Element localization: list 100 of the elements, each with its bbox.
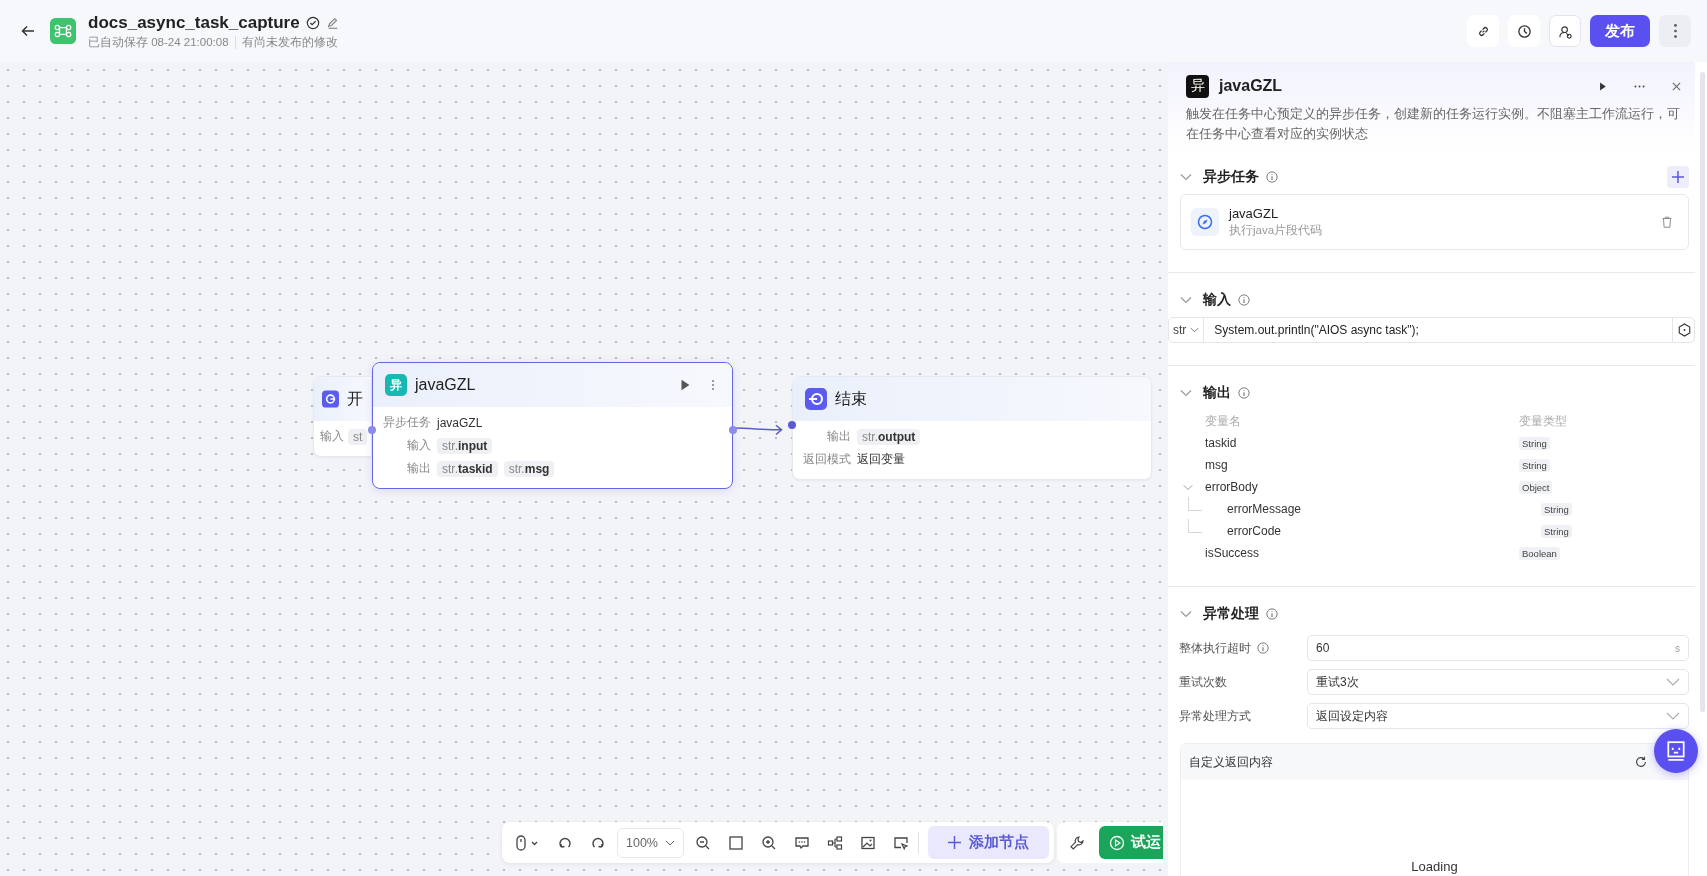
start-icon <box>322 388 339 410</box>
info-icon <box>1266 608 1278 620</box>
async-badge: 异 <box>385 374 407 396</box>
type-tag: String <box>1519 458 1550 472</box>
column-header: 变量类型 <box>1519 412 1567 430</box>
compass-icon <box>1191 208 1219 236</box>
section-title: 异常处理 <box>1203 605 1259 623</box>
type-tag: Object <box>1519 480 1553 494</box>
check-circle-icon <box>305 15 320 30</box>
workflow-title: docs_async_task_capture <box>88 12 300 33</box>
type-tag: String <box>1541 502 1572 516</box>
type-select[interactable]: str <box>1169 318 1205 342</box>
info-icon <box>1266 171 1278 183</box>
info-icon <box>1238 387 1250 399</box>
back-arrow-icon[interactable] <box>20 23 36 39</box>
input-handle[interactable] <box>788 421 796 429</box>
field-value: 重试3次 <box>1316 673 1359 691</box>
user-search-icon <box>1557 23 1573 39</box>
row-label: 输入 <box>320 428 344 445</box>
type-tag: Boolean <box>1519 546 1560 560</box>
screen-pointer-icon[interactable] <box>893 834 909 851</box>
loading-text: Loading <box>1411 859 1458 874</box>
add-task-button[interactable] <box>1667 166 1689 188</box>
edit-icon[interactable] <box>325 15 340 30</box>
row-value: javaGZL <box>437 415 483 430</box>
info-icon <box>1238 294 1250 306</box>
section-title: 异步任务 <box>1203 168 1259 186</box>
type-tag: String <box>1519 436 1550 450</box>
panel-title: javaGZL <box>1219 77 1283 95</box>
variable-tag: str.output <box>857 428 921 445</box>
autosave-time: 已自动保存 08-24 21:00:08 <box>88 34 229 50</box>
link-button[interactable] <box>1467 15 1499 47</box>
image-icon[interactable] <box>860 834 876 851</box>
refresh-icon[interactable] <box>1634 755 1648 769</box>
layout-icon[interactable] <box>827 834 843 851</box>
more-icon <box>1673 24 1677 38</box>
wrench-icon[interactable] <box>1069 834 1085 851</box>
node-title: 开 <box>347 388 363 409</box>
node-description: 触发在任务中心预定义的异步任务，创建新的任务运行实例。不阻塞主工作流运行，可在任务中心查看对应的实例状态 <box>1186 106 1681 143</box>
row-label: 返回模式 <box>802 451 851 468</box>
input-field[interactable]: System.out.println("AIOS async task"); <box>1204 323 1672 337</box>
tree-line <box>1188 497 1202 511</box>
variable-tag: str.msg <box>503 460 555 477</box>
unpublished-status: 有尚未发布的修改 <box>241 34 338 50</box>
variable-name: errorCode <box>1227 524 1282 538</box>
fit-view-icon[interactable] <box>728 834 744 851</box>
mouse-mode-icon[interactable] <box>514 834 540 851</box>
node-title: 结束 <box>835 388 867 409</box>
field-label: 整体执行超时 <box>1179 639 1251 657</box>
plus-icon <box>948 836 961 849</box>
zoom-in-icon[interactable] <box>761 834 777 851</box>
robot-icon <box>1665 740 1687 762</box>
field-label: 异常处理方式 <box>1179 707 1251 725</box>
type-tag: String <box>1541 524 1572 538</box>
select-field[interactable]: 重试3次 <box>1307 669 1689 695</box>
number-field[interactable]: 60 s <box>1307 635 1689 661</box>
variable-tag: str.taskid <box>437 460 498 477</box>
section-title: 输入 <box>1203 291 1231 309</box>
caret-icon <box>1190 327 1200 333</box>
variable-name: msg <box>1205 458 1228 472</box>
field-label: 重试次数 <box>1179 673 1227 691</box>
output-handle[interactable] <box>729 426 737 434</box>
plus-icon <box>1672 171 1684 183</box>
variable-name: errorBody <box>1205 480 1258 494</box>
app-logo-icon <box>50 18 76 44</box>
end-icon <box>805 388 827 410</box>
field-value: 60 <box>1316 641 1330 655</box>
variable-name: errorMessage <box>1227 502 1302 516</box>
row-label: 输出 <box>406 460 431 477</box>
dropdown-chevron-icon <box>1666 678 1680 686</box>
variable-tag: str.input <box>437 437 493 454</box>
select-field[interactable]: 返回设定内容 <box>1307 703 1689 729</box>
tree-line <box>1188 519 1202 533</box>
row-label: 异步任务 <box>382 414 431 431</box>
scrollbar[interactable] <box>1700 72 1705 712</box>
publish-button[interactable]: 发布 <box>1590 15 1650 47</box>
task-name: javaGZL <box>1229 206 1280 221</box>
info-icon <box>1257 642 1269 654</box>
task-card[interactable]: javaGZL 执行java片段代码 <box>1180 194 1689 250</box>
clock-icon <box>1516 23 1532 39</box>
history-button[interactable] <box>1508 15 1540 47</box>
zoom-out-icon[interactable] <box>695 834 711 851</box>
unit-label: s <box>1675 642 1680 654</box>
caret-icon <box>665 839 675 846</box>
node-title: javaGZL <box>415 376 476 394</box>
row-label: 输入 <box>406 437 431 454</box>
input-handle[interactable] <box>368 426 376 434</box>
zoom-select[interactable]: 100% <box>617 827 684 858</box>
workflow-node[interactable]: 开 输入 st <box>313 376 372 457</box>
user-search-button[interactable] <box>1549 15 1581 47</box>
card-title: 自定义返回内容 <box>1189 753 1273 771</box>
comment-icon[interactable] <box>794 834 810 851</box>
add-node-button[interactable]: 添加节点 <box>928 826 1049 859</box>
variable-name: taskid <box>1205 436 1237 450</box>
delete-icon[interactable] <box>1660 215 1674 229</box>
async-badge: 异 <box>1186 74 1209 98</box>
column-header: 变量名 <box>1205 412 1242 430</box>
section-title: 输出 <box>1203 384 1231 402</box>
row-label: 输出 <box>826 428 851 445</box>
variable-name: isSuccess <box>1205 546 1260 560</box>
